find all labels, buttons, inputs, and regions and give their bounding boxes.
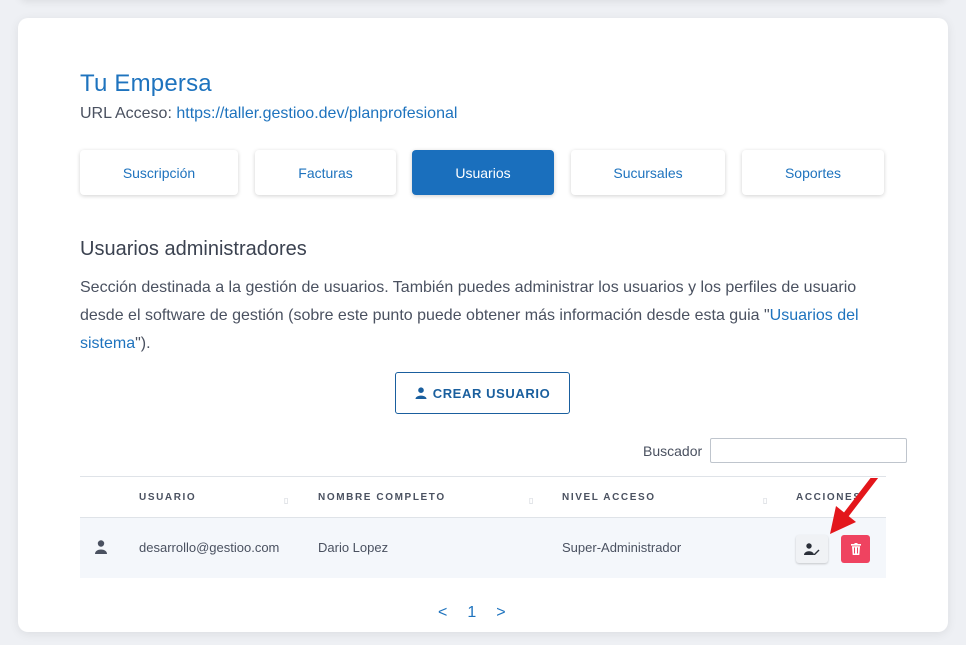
cell-usuario: desarrollo@gestioo.com — [139, 540, 280, 555]
company-card: Tu Empersa URL Acceso: https://taller.ge… — [18, 18, 948, 632]
search-input[interactable] — [710, 438, 907, 463]
user-edit-icon — [804, 543, 820, 555]
header-acciones: ACCIONES — [796, 492, 862, 503]
create-user-label: CREAR USUARIO — [432, 385, 551, 401]
section-description: Sección destinada a la gestión de usuari… — [80, 274, 870, 358]
access-url-line: URL Acceso: https://taller.gestioo.dev/p… — [80, 105, 457, 123]
access-url-label: URL Acceso: — [80, 105, 177, 122]
table-header: USUARIO ▯ NOMBRE COMPLETO ▯ NIVEL ACCESO… — [80, 476, 886, 518]
cell-nombre: Dario Lopez — [318, 540, 389, 555]
tab-usuarios[interactable]: Usuarios — [412, 150, 554, 195]
sort-icon[interactable]: ▯ — [529, 496, 533, 505]
tab-sucursales[interactable]: Sucursales — [571, 150, 725, 195]
description-text: Sección destinada a la gestión de usuari… — [80, 279, 857, 324]
search-label: Buscador — [643, 443, 703, 459]
company-name: Tu Empersa — [80, 70, 212, 97]
sort-icon[interactable]: ▯ — [763, 496, 767, 505]
users-table: USUARIO ▯ NOMBRE COMPLETO ▯ NIVEL ACCESO… — [80, 476, 886, 578]
section-title: Usuarios administradores — [80, 238, 307, 260]
sort-icon[interactable]: ▯ — [284, 496, 288, 505]
tab-suscripcion[interactable]: Suscripción — [80, 150, 238, 195]
header-usuario[interactable]: USUARIO — [139, 492, 196, 503]
user-icon — [415, 387, 427, 399]
tab-soportes[interactable]: Soportes — [742, 150, 884, 195]
trash-icon — [850, 543, 861, 555]
tab-facturas[interactable]: Facturas — [255, 150, 396, 195]
description-end: "). — [135, 335, 151, 352]
create-user-button[interactable]: CREAR USUARIO — [395, 372, 570, 414]
delete-user-button[interactable] — [841, 535, 870, 563]
access-url-link[interactable]: https://taller.gestioo.dev/planprofesion… — [176, 105, 457, 122]
next-page-button[interactable]: > — [496, 604, 505, 624]
header-nivel-acceso[interactable]: NIVEL ACCESO — [562, 492, 656, 503]
prev-page-button[interactable]: < — [438, 604, 447, 624]
user-icon — [95, 540, 107, 554]
pagination: < 1 > — [438, 604, 506, 624]
cell-nivel: Super-Administrador — [562, 540, 682, 555]
page-number[interactable]: 1 — [467, 604, 476, 624]
edit-user-button[interactable] — [796, 535, 828, 563]
table-row: desarrollo@gestioo.com Dario Lopez Super… — [80, 518, 886, 578]
header-nombre-completo[interactable]: NOMBRE COMPLETO — [318, 492, 446, 503]
